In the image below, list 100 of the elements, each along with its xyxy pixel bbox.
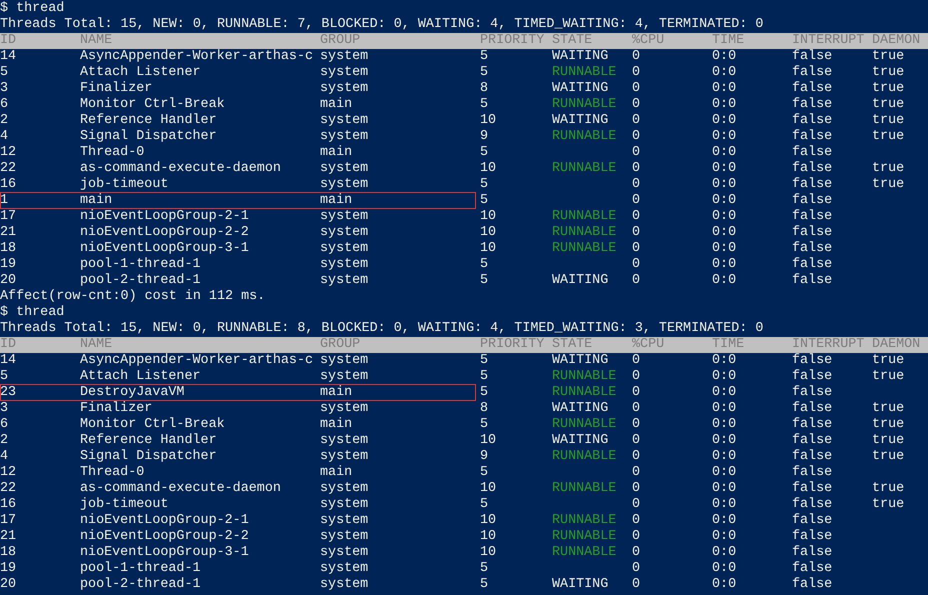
table-cell: system xyxy=(320,369,368,384)
table-cell: true xyxy=(872,161,904,176)
table-cell: job-timeout xyxy=(80,497,168,512)
table-cell: false xyxy=(792,561,832,576)
table-cell: RUNNABLE xyxy=(552,529,616,544)
table-cell: 1 xyxy=(0,193,8,208)
status-text: Affect(row-cnt:0) cost in 112 ms. xyxy=(0,289,266,304)
column-header: PRIORITY xyxy=(480,33,546,49)
table-cell: RUNNABLE xyxy=(552,449,616,464)
table-cell: 0:0 xyxy=(712,417,736,432)
column-header: DAEMON xyxy=(872,33,922,49)
table-cell: Monitor Ctrl-Break xyxy=(80,417,225,432)
summary-text: Threads Total: 15, NEW: 0, RUNNABLE: 7, BLOCKED: 0, WAITING: 4, TIMED_WAITING: 4, TERMINATED: 0 xyxy=(0,17,764,32)
table-cell: Signal Dispatcher xyxy=(80,449,217,464)
table-cell: 0 xyxy=(632,497,640,512)
table-cell: 5 xyxy=(0,65,8,80)
table-cell: 0 xyxy=(632,193,640,208)
table-cell: false xyxy=(792,353,832,368)
table-cell: 5 xyxy=(480,193,488,208)
table-cell: pool-2-thread-1 xyxy=(80,577,201,592)
table-cell: 0 xyxy=(632,65,640,80)
table-cell: pool-1-thread-1 xyxy=(80,257,201,272)
table-cell: false xyxy=(792,177,832,192)
column-header: DAEMON xyxy=(872,337,922,353)
table-cell: as-command-execute-daemon xyxy=(80,161,281,176)
table-cell: 0:0 xyxy=(712,97,736,112)
table-cell: system xyxy=(320,241,368,256)
column-header: ID xyxy=(0,337,18,353)
table-cell: Monitor Ctrl-Break xyxy=(80,97,225,112)
table-cell: Reference Handler xyxy=(80,433,217,448)
table-cell: 12 xyxy=(0,145,16,160)
table-cell: nioEventLoopGroup-2-2 xyxy=(80,225,249,240)
table-cell: 10 xyxy=(480,513,496,528)
table-cell: 9 xyxy=(480,129,488,144)
table-cell: main xyxy=(320,145,352,160)
table-cell: system xyxy=(320,545,368,560)
table-cell: 16 xyxy=(0,497,16,512)
table-cell: 0 xyxy=(632,529,640,544)
table-cell: system xyxy=(320,129,368,144)
table-cell: 5 xyxy=(480,577,488,592)
table-cell: false xyxy=(792,481,832,496)
table-cell: 14 xyxy=(0,353,16,368)
table-cell: false xyxy=(792,545,832,560)
table-cell: pool-1-thread-1 xyxy=(80,561,201,576)
table-cell: false xyxy=(792,145,832,160)
table-cell: 5 xyxy=(480,417,488,432)
table-cell: RUNNABLE xyxy=(552,225,616,240)
table-cell: Finalizer xyxy=(80,81,152,96)
table-cell: AsyncAppender-Worker-arthas-c xyxy=(80,353,314,368)
table-cell: 0 xyxy=(632,129,640,144)
column-header: STATE xyxy=(552,337,594,353)
table-cell: 10 xyxy=(480,481,496,496)
table-cell: 0 xyxy=(632,241,640,256)
table-cell: 22 xyxy=(0,481,16,496)
column-header: STATE xyxy=(552,33,594,49)
summary-text: Threads Total: 15, NEW: 0, RUNNABLE: 8, BLOCKED: 0, WAITING: 4, TIMED_WAITING: 3, TERMINATED: 0 xyxy=(0,321,764,336)
table-cell: 0:0 xyxy=(712,65,736,80)
table-cell: true xyxy=(872,433,904,448)
table-cell: system xyxy=(320,209,368,224)
table-cell: 0:0 xyxy=(712,513,736,528)
table-cell: 10 xyxy=(480,241,496,256)
table-cell: 0:0 xyxy=(712,385,736,400)
table-cell: 0:0 xyxy=(712,145,736,160)
column-header: %CPU xyxy=(632,337,666,353)
table-cell: 0 xyxy=(632,385,640,400)
table-cell: 0 xyxy=(632,161,640,176)
table-cell: system xyxy=(320,449,368,464)
table-cell: WAITING xyxy=(552,401,608,416)
table-cell: true xyxy=(872,129,904,144)
table-cell: false xyxy=(792,369,832,384)
table-cell: RUNNABLE xyxy=(552,65,616,80)
table-cell: WAITING xyxy=(552,113,608,128)
table-cell: 5 xyxy=(480,497,488,512)
table-cell: Thread-0 xyxy=(80,145,144,160)
table-cell: 18 xyxy=(0,241,16,256)
table-cell: true xyxy=(872,401,904,416)
table-cell: 0 xyxy=(632,177,640,192)
column-header: ID xyxy=(0,33,18,49)
table-cell: true xyxy=(872,49,904,64)
column-header: INTERRUPT xyxy=(792,33,866,49)
table-cell: 0 xyxy=(632,353,640,368)
table-cell: RUNNABLE xyxy=(552,369,616,384)
table-cell: RUNNABLE xyxy=(552,513,616,528)
table-cell: system xyxy=(320,161,368,176)
table-cell: 3 xyxy=(0,401,8,416)
table-cell: 5 xyxy=(480,145,488,160)
table-cell: 3 xyxy=(0,81,8,96)
table-cell: false xyxy=(792,193,832,208)
table-cell: main xyxy=(320,385,352,400)
table-cell: 10 xyxy=(480,113,496,128)
table-cell: system xyxy=(320,513,368,528)
table-cell: false xyxy=(792,113,832,128)
table-cell: 0:0 xyxy=(712,273,736,288)
table-cell: system xyxy=(320,225,368,240)
table-cell: true xyxy=(872,481,904,496)
table-cell: RUNNABLE xyxy=(552,241,616,256)
table-cell: false xyxy=(792,65,832,80)
table-cell: 10 xyxy=(480,209,496,224)
table-cell: RUNNABLE xyxy=(552,161,616,176)
table-cell: 8 xyxy=(480,81,488,96)
